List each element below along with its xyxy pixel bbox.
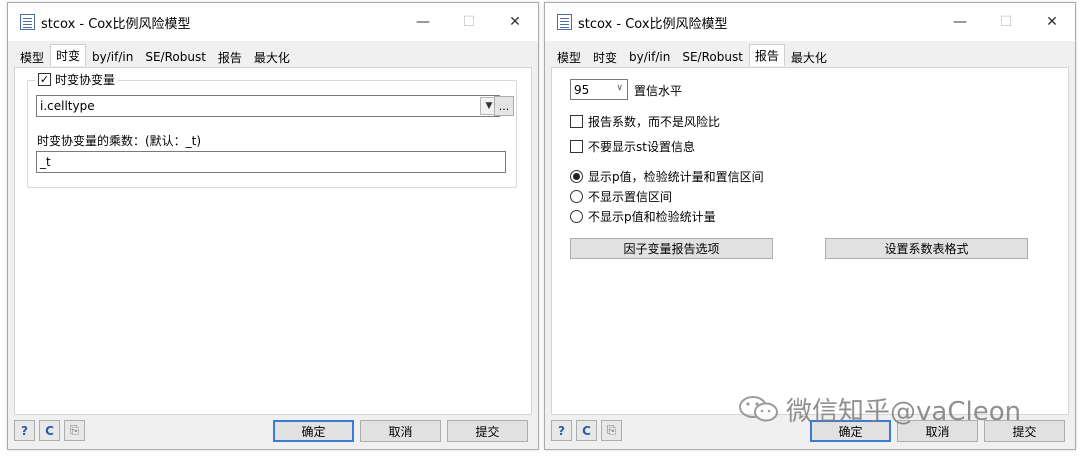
submit-button[interactable]: 提交 — [984, 420, 1065, 442]
multiplier-field[interactable]: _t — [36, 151, 506, 173]
browse-button[interactable]: ... — [494, 96, 514, 116]
copy-icon[interactable]: ⎘ — [601, 420, 622, 441]
tab-strip: 模型 时变 by/if/in SE/Robust 报告 最大化 — [551, 44, 833, 66]
help-icon[interactable]: ? — [14, 420, 35, 441]
noshow-checkbox-label: 不要显示st设置信息 — [588, 140, 695, 154]
tvc-checkbox[interactable]: ✓ — [38, 73, 51, 86]
copy-icon[interactable]: ⎘ — [64, 420, 85, 441]
window-title: stcox - Cox比例风险模型 — [41, 16, 191, 32]
tvc-groupbox: ✓ 时变协变量 i.celltype ▼ ... 时变协变量的乘数：(默认：_t… — [27, 71, 517, 188]
maximize-button: ☐ — [462, 14, 476, 30]
checkbox-row-noshow[interactable]: 不要显示st设置信息 — [570, 138, 695, 155]
tab-panel: ✓ 时变协变量 i.celltype ▼ ... 时变协变量的乘数：(默认：_t… — [14, 67, 532, 415]
maximize-button: ☐ — [999, 14, 1013, 30]
cancel-button[interactable]: 取消 — [360, 420, 441, 442]
radio-row-show-all[interactable]: 显示p值，检验统计量和置信区间 — [570, 168, 764, 185]
dialog-footer: ? C ⎘ 确定 取消 提交 — [545, 413, 1075, 449]
checkbox-row-coef[interactable]: 报告系数，而不是风险比 — [570, 113, 720, 130]
confidence-level-label: 置信水平 — [634, 84, 683, 98]
no-p-radio[interactable] — [570, 210, 583, 223]
show-all-radio[interactable] — [570, 170, 583, 183]
tab-timevarying[interactable]: 时变 — [50, 44, 87, 66]
confidence-level-value: 95 — [574, 82, 590, 97]
tab-report[interactable]: 报告 — [748, 44, 785, 66]
tvc-checkbox-label: 时变协变量 — [55, 73, 116, 87]
tab-by-if-in[interactable]: by/if/in — [623, 47, 676, 66]
radio-row-no-ci[interactable]: 不显示置信区间 — [570, 188, 672, 205]
tab-se-robust[interactable]: SE/Robust — [139, 47, 212, 66]
dialog-footer: ? C ⎘ 确定 取消 提交 — [8, 413, 538, 449]
tab-model[interactable]: 模型 — [551, 47, 587, 66]
radio-row-no-p[interactable]: 不显示p值和检验统计量 — [570, 208, 716, 225]
cancel-button[interactable]: 取消 — [897, 420, 978, 442]
multiplier-value: _t — [40, 155, 51, 169]
title-bar[interactable]: stcox - Cox比例风险模型 — ☐ ✕ — [8, 3, 538, 41]
close-button[interactable]: ✕ — [492, 3, 538, 41]
title-bar[interactable]: stcox - Cox比例风险模型 — ☐ ✕ — [545, 3, 1075, 41]
tvc-groupbox-title: ✓ 时变协变量 — [35, 71, 119, 88]
noshow-checkbox[interactable] — [570, 140, 583, 153]
no-p-radio-label: 不显示p值和检验统计量 — [588, 210, 716, 224]
coef-checkbox[interactable] — [570, 115, 583, 128]
close-button[interactable]: ✕ — [1029, 3, 1075, 41]
ok-button[interactable]: 确定 — [810, 420, 891, 442]
tab-report[interactable]: 报告 — [212, 47, 248, 66]
window-title: stcox - Cox比例风险模型 — [578, 16, 728, 32]
tab-maximize[interactable]: 最大化 — [248, 47, 296, 66]
no-ci-radio-label: 不显示置信区间 — [588, 190, 673, 204]
minimize-button[interactable]: — — [400, 3, 446, 41]
tab-strip: 模型 时变 by/if/in SE/Robust 报告 最大化 — [14, 44, 296, 66]
show-all-radio-label: 显示p值，检验统计量和置信区间 — [588, 170, 764, 184]
reset-icon[interactable]: C — [576, 420, 597, 441]
no-ci-radio[interactable] — [570, 190, 583, 203]
tab-timevarying[interactable]: 时变 — [587, 47, 623, 66]
reset-icon[interactable]: C — [39, 420, 60, 441]
app-icon — [557, 14, 572, 30]
tab-se-robust[interactable]: SE/Robust — [676, 47, 749, 66]
tab-panel: 95 ∨ 置信水平 报告系数，而不是风险比 不要显示st设置信息 显示p值，检验… — [551, 67, 1069, 415]
help-icon[interactable]: ? — [551, 420, 572, 441]
stcox-dialog-right: stcox - Cox比例风险模型 — ☐ ✕ 模型 时变 by/if/in S… — [544, 2, 1076, 450]
tab-by-if-in[interactable]: by/if/in — [86, 47, 139, 66]
multiplier-label: 时变协变量的乘数：(默认：_t) — [37, 134, 202, 148]
confidence-level-row: 置信水平 — [634, 82, 682, 99]
confidence-level-select[interactable]: 95 ∨ — [570, 79, 628, 100]
submit-button[interactable]: 提交 — [447, 420, 528, 442]
ok-button[interactable]: 确定 — [273, 420, 354, 442]
coef-checkbox-label: 报告系数，而不是风险比 — [588, 115, 721, 129]
factor-options-button[interactable]: 因子变量报告选项 — [570, 238, 773, 259]
tvc-varlist-value: i.celltype — [40, 99, 95, 113]
chevron-down-icon: ∨ — [616, 83, 623, 93]
tvc-varlist-combo[interactable]: i.celltype ▼ — [36, 95, 500, 117]
tab-maximize[interactable]: 最大化 — [785, 47, 833, 66]
tab-model[interactable]: 模型 — [14, 47, 50, 66]
stcox-dialog-left: stcox - Cox比例风险模型 — ☐ ✕ 模型 时变 by/if/in S… — [7, 2, 539, 450]
app-icon — [20, 14, 35, 30]
minimize-button[interactable]: — — [937, 3, 983, 41]
coef-table-format-button[interactable]: 设置系数表格式 — [825, 238, 1028, 259]
